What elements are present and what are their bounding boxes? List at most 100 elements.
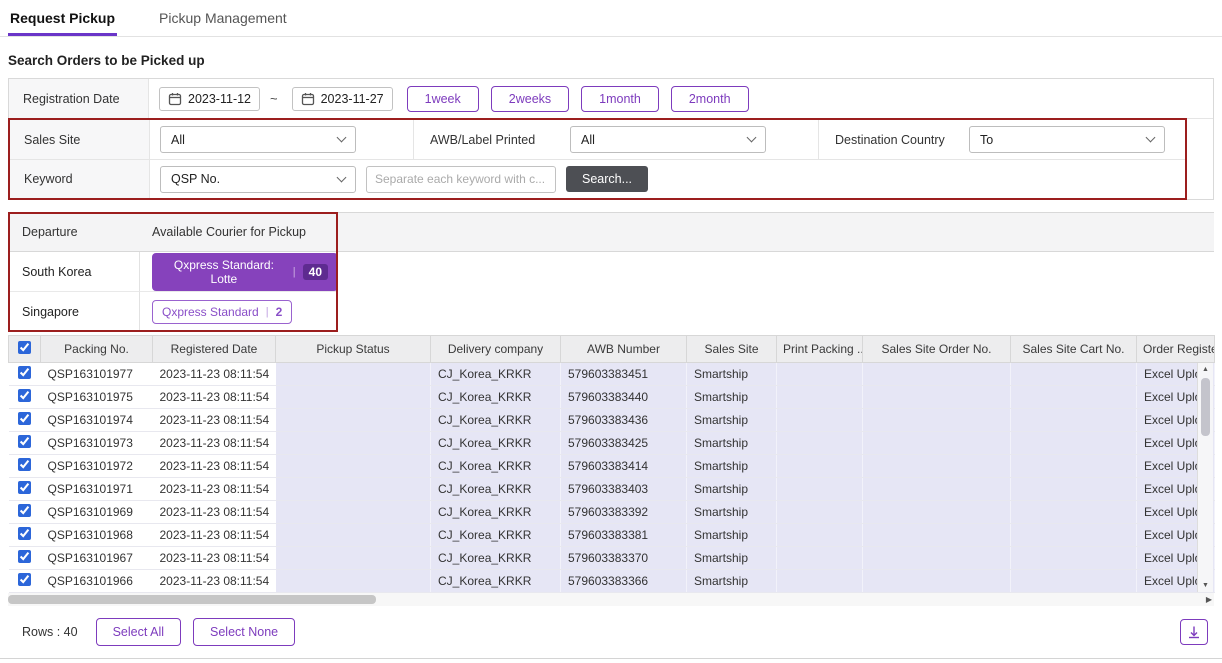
registration-date-row: Registration Date 2023-11-12 ~ 2023-11-2… (9, 79, 1213, 119)
table-row: QSP1631019742023-11-23 08:11:54CJ_Korea_… (9, 409, 1215, 432)
tab-pickup-management[interactable]: Pickup Management (157, 0, 289, 36)
cell-pickup-status (276, 432, 431, 455)
cell-sales-site-cart-no (1011, 524, 1137, 547)
vertical-scrollbar[interactable]: ▲ ▼ (1197, 363, 1213, 592)
scroll-right-arrow[interactable]: ▶ (1206, 595, 1212, 604)
cell-registered-date: 2023-11-23 08:11:54 (153, 455, 276, 478)
cell-registered-date: 2023-11-23 08:11:54 (153, 501, 276, 524)
courier-south-korea-button[interactable]: Qxpress Standard: Lotte | 40 (152, 253, 338, 291)
awb-label-printed-select[interactable]: All (570, 126, 766, 153)
date-to-field[interactable]: 2023-11-27 (292, 87, 393, 111)
cell-awb-number: 579603383381 (561, 524, 687, 547)
cell-sales-site-order-no (863, 524, 1011, 547)
row-checkbox-cell (9, 547, 41, 570)
row-checkbox[interactable] (18, 366, 31, 379)
row-checkbox-cell (9, 386, 41, 409)
scroll-up-arrow[interactable]: ▲ (1198, 366, 1213, 373)
courier-name: Qxpress Standard: Lotte (162, 258, 286, 286)
range-1week-button[interactable]: 1week (407, 86, 479, 112)
chevron-down-icon (1146, 133, 1156, 143)
cell-pickup-status (276, 570, 431, 593)
destination-country-label: Destination Country (819, 133, 959, 147)
courier-count-badge: 2 (276, 305, 283, 319)
tab-request-pickup[interactable]: Request Pickup (8, 0, 117, 36)
row-checkbox-cell (9, 432, 41, 455)
col-sales-site-order-no: Sales Site Order No. (863, 336, 1011, 363)
section-title: Search Orders to be Picked up (8, 53, 1214, 68)
row-checkbox[interactable] (18, 435, 31, 448)
cell-registered-date: 2023-11-23 08:11:54 (153, 547, 276, 570)
table-row: QSP1631019672023-11-23 08:11:54CJ_Korea_… (9, 547, 1215, 570)
courier-singapore-button[interactable]: Qxpress Standard | 2 (152, 300, 292, 324)
date-from-field[interactable]: 2023-11-12 (159, 87, 260, 111)
sales-site-select[interactable]: All (160, 126, 356, 153)
row-filler (338, 252, 1214, 292)
keyword-input[interactable] (366, 166, 556, 193)
row-checkbox[interactable] (18, 481, 31, 494)
scroll-to-bottom-icon (1187, 625, 1201, 639)
col-order-register: Order Registe... (1137, 336, 1215, 363)
cell-delivery-company: CJ_Korea_KRKR (431, 478, 561, 501)
cell-print-packing (777, 547, 863, 570)
range-1month-button[interactable]: 1month (581, 86, 659, 112)
scroll-down-arrow[interactable]: ▼ (1198, 582, 1213, 589)
destination-country-select[interactable]: To (969, 126, 1165, 153)
cell-packing-no: QSP163101971 (41, 478, 153, 501)
col-print-packing: Print Packing ... (777, 336, 863, 363)
cell-delivery-company: CJ_Korea_KRKR (431, 570, 561, 593)
cell-awb-number: 579603383425 (561, 432, 687, 455)
departure-courier-box: Departure Available Courier for Pickup S… (8, 212, 1214, 332)
range-2weeks-button[interactable]: 2weeks (491, 86, 569, 112)
cell-awb-number: 579603383436 (561, 409, 687, 432)
row-checkbox[interactable] (18, 550, 31, 563)
awb-label-printed-label: AWB/Label Printed (414, 133, 560, 147)
table-row: QSP1631019732023-11-23 08:11:54CJ_Korea_… (9, 432, 1215, 455)
row-checkbox-cell (9, 570, 41, 593)
cell-print-packing (777, 432, 863, 455)
cell-sales-site-order-no (863, 432, 1011, 455)
row-checkbox-cell (9, 455, 41, 478)
scroll-to-bottom-button[interactable] (1180, 619, 1208, 645)
orders-table: Packing No. Registered Date Pickup Statu… (8, 335, 1215, 593)
cell-sales-site-order-no (863, 409, 1011, 432)
cell-registered-date: 2023-11-23 08:11:54 (153, 363, 276, 386)
vertical-scroll-thumb[interactable] (1201, 378, 1210, 436)
page-bottom-divider (0, 658, 1222, 659)
row-checkbox[interactable] (18, 573, 31, 586)
orders-grid: Packing No. Registered Date Pickup Statu… (8, 335, 1214, 593)
cell-sales-site-order-no (863, 570, 1011, 593)
select-all-checkbox[interactable] (18, 341, 31, 354)
col-pickup-status: Pickup Status (276, 336, 431, 363)
select-all-button[interactable]: Select All (96, 618, 181, 646)
cell-sales-site-order-no (863, 478, 1011, 501)
col-sales-site: Sales Site (687, 336, 777, 363)
search-button[interactable]: Search... (566, 166, 648, 192)
cell-packing-no: QSP163101975 (41, 386, 153, 409)
departure-header-row: Departure Available Courier for Pickup (8, 212, 1214, 252)
keyword-type-select[interactable]: QSP No. (160, 166, 356, 193)
select-none-button[interactable]: Select None (193, 618, 295, 646)
available-courier-header: Available Courier for Pickup (140, 213, 338, 251)
departure-country: Singapore (8, 292, 140, 332)
date-from-value: 2023-11-12 (188, 92, 251, 106)
registration-date-label: Registration Date (9, 79, 149, 118)
horizontal-scrollbar[interactable]: ▶ (8, 593, 1214, 606)
range-2month-button[interactable]: 2month (671, 86, 749, 112)
row-checkbox[interactable] (18, 458, 31, 471)
cell-awb-number: 579603383392 (561, 501, 687, 524)
cell-registered-date: 2023-11-23 08:11:54 (153, 524, 276, 547)
cell-awb-number: 579603383440 (561, 386, 687, 409)
cell-sales-site-cart-no (1011, 501, 1137, 524)
row-checkbox[interactable] (18, 504, 31, 517)
row-checkbox[interactable] (18, 527, 31, 540)
cell-awb-number: 579603383403 (561, 478, 687, 501)
keyword-type-value: QSP No. (171, 172, 220, 186)
horizontal-scroll-thumb[interactable] (8, 595, 376, 604)
row-checkbox[interactable] (18, 389, 31, 402)
row-checkbox[interactable] (18, 412, 31, 425)
cell-print-packing (777, 524, 863, 547)
col-delivery-company: Delivery company (431, 336, 561, 363)
cell-pickup-status (276, 363, 431, 386)
cell-pickup-status (276, 386, 431, 409)
cell-packing-no: QSP163101968 (41, 524, 153, 547)
